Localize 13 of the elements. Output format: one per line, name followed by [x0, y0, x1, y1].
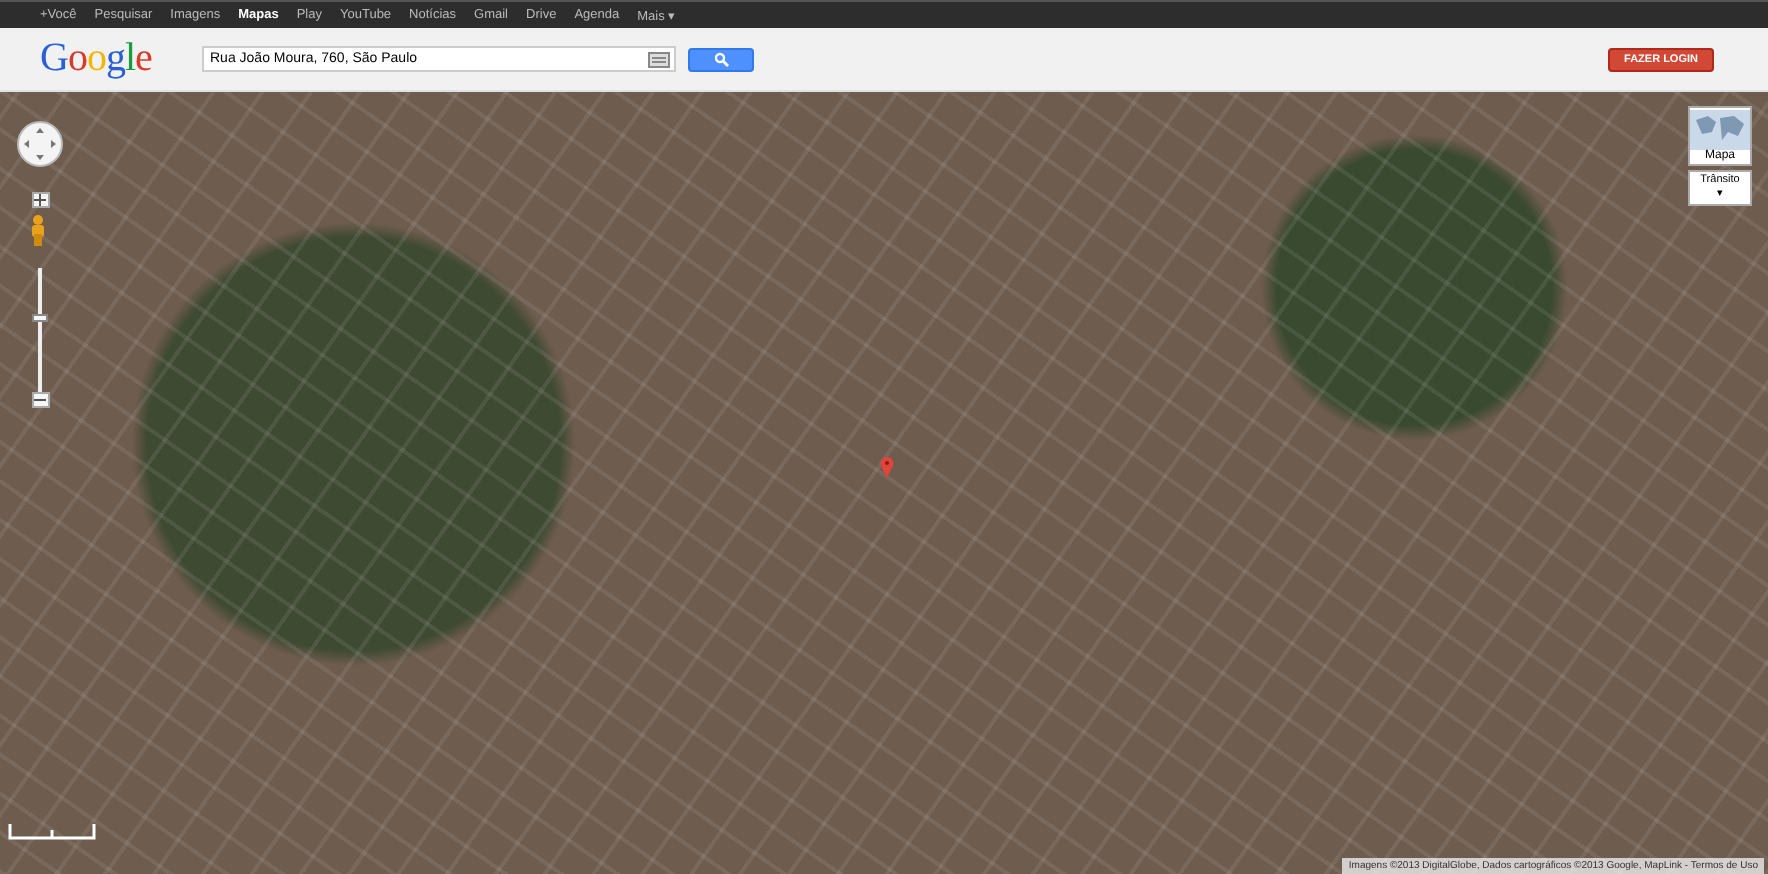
search-button[interactable]: [688, 47, 754, 71]
minus-icon: [34, 394, 46, 406]
zoom-out-button[interactable]: [31, 392, 49, 408]
person-icon[interactable]: [30, 214, 46, 246]
zoom-slider-thumb[interactable]: [32, 313, 48, 322]
keyboard-icon[interactable]: [648, 51, 670, 67]
world-map-icon: [1690, 110, 1750, 150]
pan-control-icon[interactable]: [16, 120, 64, 168]
plus-icon: [34, 194, 46, 206]
zoom-in-button[interactable]: [31, 192, 49, 208]
logo[interactable]: Google: [40, 36, 202, 82]
scale-bar-icon: [8, 824, 96, 840]
search-icon: [713, 51, 729, 67]
